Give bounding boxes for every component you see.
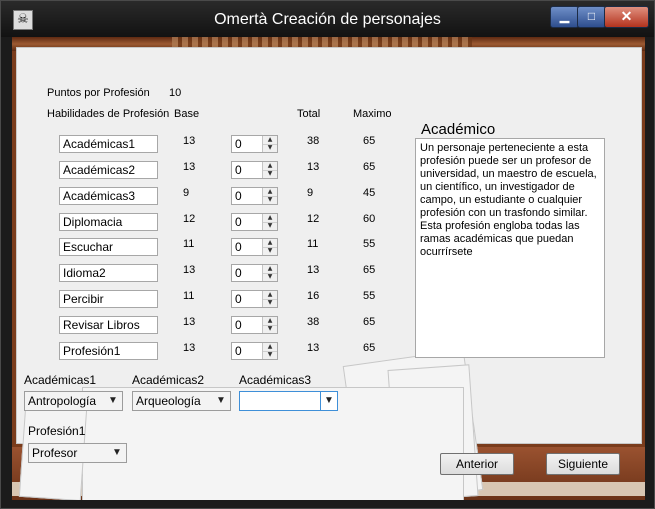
academicas1-value: Antropología	[28, 394, 97, 408]
skill-max: 65	[363, 161, 376, 173]
profesion1-value: Profesor	[32, 446, 78, 460]
academicas2-label: Académicas2	[132, 373, 205, 387]
skill-base: 13	[183, 342, 196, 354]
profesion1-select[interactable]: Profesor ▼	[28, 443, 127, 463]
chevron-down-icon[interactable]: ▼	[106, 393, 120, 409]
triangle-down-icon[interactable]: ▼	[263, 170, 277, 178]
app-window: ☠ Omertà Creación de personajes ▁ □ ✕ Pu…	[0, 0, 655, 509]
skill-base: 13	[183, 135, 196, 147]
triangle-down-icon[interactable]: ▼	[263, 299, 277, 307]
client-area: Puntos por Profesión 10 Habilidades de P…	[12, 37, 645, 500]
skill-name-field[interactable]: Idioma2	[59, 264, 158, 282]
points-spinner[interactable]: 0 ▲ ▼	[231, 342, 278, 360]
skill-base: 11	[183, 238, 195, 250]
triangle-down-icon[interactable]: ▼	[263, 325, 277, 333]
skill-total: 38	[307, 135, 320, 147]
points-spinner[interactable]: 0 ▲ ▼	[231, 238, 278, 256]
skill-total: 9	[307, 187, 314, 199]
title-bar: ☠ Omertà Creación de personajes ▁ □ ✕	[1, 1, 654, 37]
triangle-down-icon[interactable]: ▼	[263, 351, 277, 359]
spinner-value: 0	[235, 292, 242, 306]
skill-max: 45	[363, 187, 376, 199]
skill-total: 12	[307, 213, 320, 225]
spinner-value: 0	[235, 189, 242, 203]
points-spinner[interactable]: 0 ▲ ▼	[231, 135, 278, 153]
spinner-value: 0	[235, 344, 242, 358]
profession-description[interactable]: Un personaje perteneciente a esta profes…	[415, 138, 605, 358]
skill-max: 60	[363, 213, 376, 225]
academicas1-label: Académicas1	[24, 373, 97, 387]
skill-max: 55	[363, 238, 376, 250]
academicas3-label: Académicas3	[239, 373, 312, 387]
skill-name-field[interactable]: Académicas1	[59, 135, 158, 153]
max-header: Maximo	[353, 108, 392, 120]
back-button[interactable]: Anterior	[440, 453, 514, 475]
points-spinner[interactable]: 0 ▲ ▼	[231, 187, 278, 205]
skill-name-field[interactable]: Percibir	[59, 290, 158, 308]
triangle-down-icon[interactable]: ▼	[263, 247, 277, 255]
skill-base: 12	[183, 213, 196, 225]
skill-total: 13	[307, 264, 320, 276]
spinner-value: 0	[235, 137, 242, 151]
points-spinner[interactable]: 0 ▲ ▼	[231, 264, 278, 282]
base-header: Base	[174, 108, 200, 120]
skill-total: 38	[307, 316, 320, 328]
triangle-down-icon[interactable]: ▼	[263, 196, 277, 204]
spinner-value: 0	[235, 240, 242, 254]
maximize-button[interactable]: □	[577, 6, 606, 28]
skill-name-field[interactable]: Diplomacia	[59, 213, 158, 231]
spinner-value: 0	[235, 266, 242, 280]
spinner-value: 0	[235, 318, 242, 332]
spinner-value: 0	[235, 215, 242, 229]
academicas3-select[interactable]: ▼	[239, 391, 338, 411]
triangle-down-icon[interactable]: ▼	[263, 273, 277, 281]
next-button[interactable]: Siguiente	[546, 453, 620, 475]
points-spinner[interactable]: 0 ▲ ▼	[231, 161, 278, 179]
skill-max: 65	[363, 264, 376, 276]
skill-max: 65	[363, 135, 376, 147]
skill-name-field[interactable]: Académicas3	[59, 187, 158, 205]
skill-base: 13	[183, 264, 196, 276]
total-header: Total	[297, 108, 321, 120]
points-spinner[interactable]: 0 ▲ ▼	[231, 290, 278, 308]
profession-title: Académico	[421, 121, 496, 138]
close-button[interactable]: ✕	[604, 6, 649, 28]
skill-total: 11	[307, 238, 319, 250]
skill-total: 13	[307, 342, 320, 354]
skill-total: 16	[307, 290, 320, 302]
skill-name-field[interactable]: Académicas2	[59, 161, 158, 179]
points-value: 10	[169, 87, 182, 99]
academicas2-select[interactable]: Arqueología ▼	[132, 391, 231, 411]
skill-base: 11	[183, 290, 195, 302]
minimize-button[interactable]: ▁	[550, 6, 579, 28]
skill-max: 65	[363, 316, 376, 328]
skill-name-field[interactable]: Profesión1	[59, 342, 158, 360]
points-spinner[interactable]: 0 ▲ ▼	[231, 213, 278, 231]
skill-base: 13	[183, 316, 196, 328]
spinner-value: 0	[235, 163, 242, 177]
chevron-down-icon[interactable]: ▼	[214, 393, 228, 409]
skills-header: Habilidades de Profesión	[47, 108, 170, 120]
points-spinner[interactable]: 0 ▲ ▼	[231, 316, 278, 334]
triangle-down-icon[interactable]: ▼	[263, 144, 277, 152]
chevron-down-icon[interactable]: ▼	[320, 392, 337, 410]
profesion1-label: Profesión1	[28, 424, 86, 438]
chevron-down-icon[interactable]: ▼	[110, 445, 124, 461]
skill-total: 13	[307, 161, 320, 173]
academicas2-value: Arqueología	[136, 394, 201, 408]
points-label: Puntos por Profesión	[47, 87, 150, 99]
skill-max: 55	[363, 290, 376, 302]
skill-base: 9	[183, 187, 190, 199]
skill-name-field[interactable]: Escuchar	[59, 238, 158, 256]
academicas1-select[interactable]: Antropología ▼	[24, 391, 123, 411]
skill-name-field[interactable]: Revisar Libros	[59, 316, 158, 334]
skill-max: 65	[363, 342, 376, 354]
triangle-down-icon[interactable]: ▼	[263, 222, 277, 230]
skill-base: 13	[183, 161, 196, 173]
